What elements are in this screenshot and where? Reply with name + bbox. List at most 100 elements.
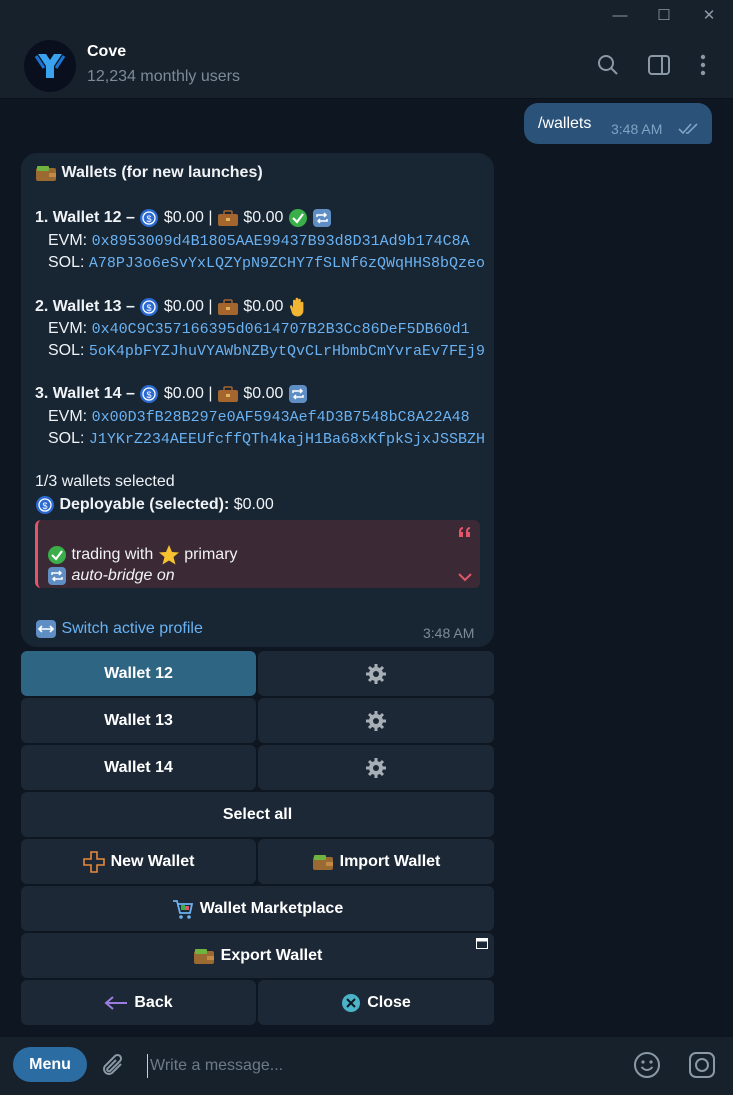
usd-balance: $0.00 (163, 385, 204, 403)
briefcase-icon (217, 386, 238, 402)
message-input[interactable] (147, 1054, 610, 1078)
quote-marks-icon (459, 527, 470, 537)
evm-row-2: EVM: 0x40C9C357166395d0614707B2B3Cc86DeF… (48, 320, 470, 338)
wallet-marketplace-button[interactable]: Wallet Marketplace (21, 886, 494, 931)
usdc-coin-icon: $ (140, 385, 159, 403)
gear-icon (366, 710, 386, 731)
evm-row-3: EVM: 0x00D3fB28B297e0AF5943Aef4D3B7548bC… (48, 408, 470, 426)
svg-text:$: $ (147, 214, 152, 224)
usdc-coin-icon: $ (140, 209, 159, 227)
sol-address[interactable]: A78PJ3o6eSvYxLQZYpN9ZCHY7fSLNf6zQWqHHS8b… (89, 255, 485, 272)
wallet-icon (36, 166, 56, 181)
star-icon (158, 545, 179, 565)
left-right-arrow-icon (36, 620, 56, 638)
close-button[interactable]: Close (258, 980, 494, 1025)
chat-subtitle: 12,234 monthly users (87, 68, 240, 85)
evm-address[interactable]: 0x40C9C357166395d0614707B2B3Cc86DeF5DB60… (92, 321, 470, 338)
wallet-14-button[interactable]: Wallet 14 (21, 745, 256, 790)
message-text: /wallets (538, 115, 592, 132)
bot-logo-icon (25, 41, 75, 91)
evm-label: EVM: (48, 408, 88, 425)
usd-balance: $0.00 (163, 298, 204, 316)
read-checkmarks-icon (678, 123, 698, 135)
evm-label: EVM: (48, 232, 88, 249)
wallet-12-button[interactable]: Wallet 12 (21, 651, 256, 696)
button-label: Close (367, 993, 411, 1011)
quote-line-1: trading with primary (47, 544, 238, 566)
button-label: Wallet 12 (104, 664, 173, 682)
wallet-label: 3. Wallet 14 – (35, 385, 135, 403)
attach-icon[interactable] (101, 1052, 127, 1080)
usd-balance: $0.00 (163, 209, 204, 227)
sol-label: SOL: (48, 254, 85, 271)
evm-address[interactable]: 0x00D3fB28B297e0AF5943Aef4D3B7548bC8A22A… (92, 409, 470, 426)
bag-balance: $0.00 (243, 209, 284, 227)
window-titlebar: — ☐ ✕ (0, 0, 733, 32)
wallet-12-settings-button[interactable] (258, 651, 494, 696)
minimize-button[interactable]: — (610, 6, 630, 26)
button-label: Wallet 14 (104, 758, 173, 776)
wallet-row-1: 1. Wallet 12 – $ $0.00 | $0.00 (35, 208, 332, 228)
switch-profile-label: Switch active profile (61, 620, 203, 638)
button-label: Back (134, 993, 173, 1011)
shopping-cart-icon (172, 899, 193, 919)
sol-address[interactable]: 5oK4pbFYZJhuVYAWbNZBytQvCLrHbmbCmYvraEv7… (89, 343, 485, 360)
evm-address[interactable]: 0x8953009d4B1805AAE99437B93d8D31Ad9b174C… (92, 233, 470, 250)
switch-profile-link[interactable]: Switch active profile (35, 619, 203, 639)
svg-text:$: $ (147, 390, 152, 400)
button-label: Export Wallet (220, 946, 323, 964)
svg-text:$: $ (42, 501, 47, 511)
message-title-row: Wallets (for new launches) (35, 164, 263, 182)
menu-button[interactable]: Menu (13, 1047, 87, 1082)
avatar[interactable] (24, 40, 76, 92)
close-window-button[interactable]: ✕ (699, 6, 719, 26)
button-label: New Wallet (110, 852, 195, 870)
chat-header[interactable]: Cove 12,234 monthly users (0, 32, 733, 99)
quote-block[interactable]: trading with primary auto-bridge on (35, 520, 480, 588)
usdc-coin-icon: $ (36, 496, 54, 514)
button-label: Import Wallet (339, 852, 441, 870)
back-button[interactable]: Back (21, 980, 256, 1025)
maximize-button[interactable]: ☐ (654, 6, 674, 26)
check-mark-icon (48, 546, 66, 564)
outgoing-message[interactable]: /wallets 3:48 AM (524, 103, 712, 144)
separator: | (208, 298, 213, 316)
search-icon[interactable] (595, 52, 621, 78)
repeat-icon (313, 209, 332, 227)
wallet-icon (312, 854, 333, 870)
wallet-13-button[interactable]: Wallet 13 (21, 698, 256, 743)
wallet-13-settings-button[interactable] (258, 698, 494, 743)
wallet-label: 1. Wallet 12 – (35, 209, 135, 227)
deployable-label: Deployable (selected): (59, 496, 230, 514)
repeat-icon (48, 567, 66, 585)
wallet-row-2: 2. Wallet 13 – $ $0.00 | $0.00 (35, 296, 308, 318)
check-mark-icon (288, 209, 307, 227)
incoming-message[interactable]: Wallets (for new launches) 1. Wallet 12 … (21, 153, 494, 647)
arrow-left-icon (104, 995, 128, 1010)
bag-balance: $0.00 (243, 385, 284, 403)
deployable-value: $0.00 (233, 496, 274, 514)
quote-primary: primary (184, 546, 238, 564)
quote-text: trading with (71, 546, 154, 564)
new-wallet-button[interactable]: New Wallet (21, 839, 256, 884)
sidebar-toggle-icon[interactable] (646, 52, 672, 78)
briefcase-icon (217, 299, 238, 315)
sol-row-3: SOL: J1YKrZ234AEEUfcffQTh4kajH1Ba68xKfpk… (48, 430, 485, 448)
composer-bar: Menu (0, 1037, 733, 1095)
wallet-14-settings-button[interactable] (258, 745, 494, 790)
message-time: 3:48 AM (611, 121, 663, 137)
export-wallet-button[interactable]: Export Wallet (21, 933, 494, 978)
quote-text-2: auto-bridge on (71, 567, 175, 585)
plus-icon (82, 850, 105, 873)
sol-address[interactable]: J1YKrZ234AEEUfcffQTh4kajH1Ba68xKfpkSjxJS… (89, 431, 485, 448)
briefcase-icon (217, 210, 238, 226)
chevron-down-icon[interactable] (458, 572, 472, 582)
chat-title: Cove (87, 43, 127, 60)
emoji-icon[interactable] (633, 1051, 661, 1079)
button-label: Select all (222, 805, 293, 823)
more-options-icon[interactable] (690, 52, 716, 78)
separator: | (208, 385, 213, 403)
video-message-icon[interactable] (688, 1051, 716, 1079)
import-wallet-button[interactable]: Import Wallet (258, 839, 494, 884)
select-all-button[interactable]: Select all (21, 792, 494, 837)
